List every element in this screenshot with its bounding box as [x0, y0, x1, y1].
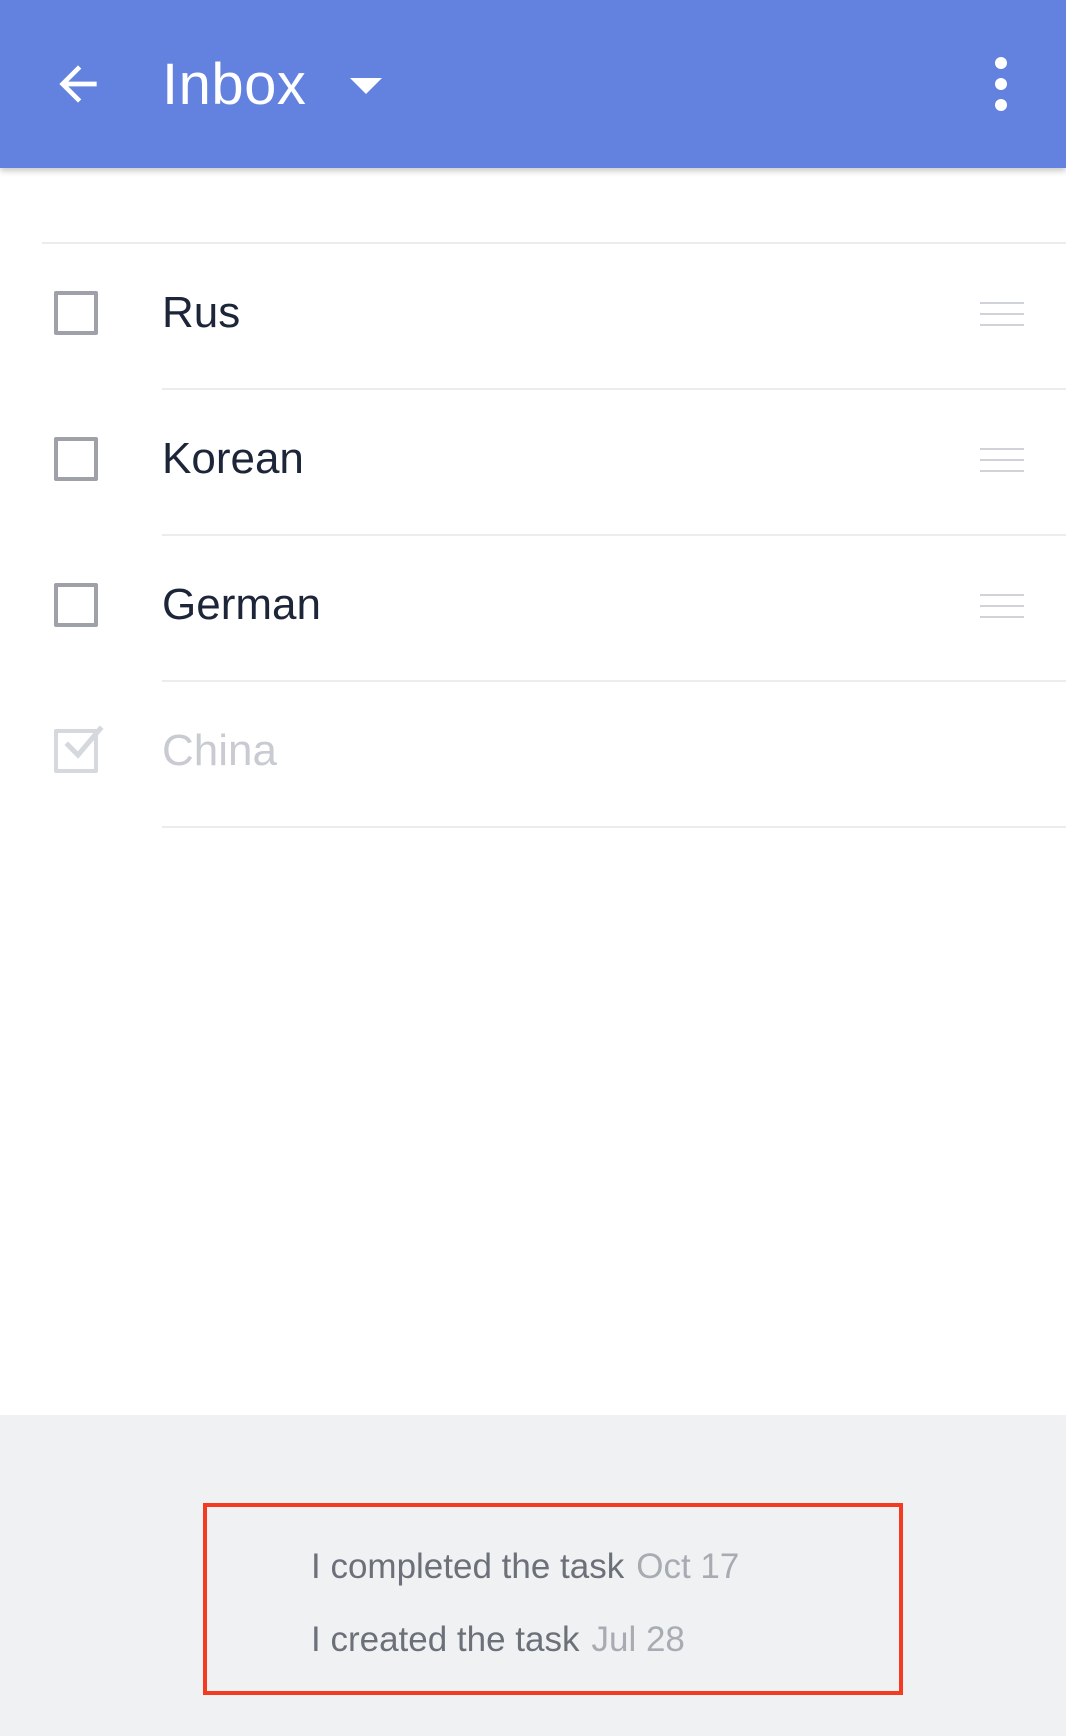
task-label: China [162, 726, 277, 775]
activity-entry: I completed the task Oct 17 [311, 1547, 739, 1587]
task-checkbox-checked[interactable] [54, 725, 104, 773]
task-label: Korean [162, 434, 304, 483]
drag-handle-icon[interactable] [980, 302, 1024, 326]
task-row[interactable]: German [0, 536, 1066, 682]
task-checkbox[interactable] [54, 583, 98, 627]
activity-log: I completed the task Oct 17 I created the… [0, 1415, 1066, 1736]
drag-handle-icon[interactable] [980, 448, 1024, 472]
task-checkbox[interactable] [54, 437, 98, 481]
app-bar: Inbox [0, 0, 1066, 168]
task-label: German [162, 580, 321, 629]
project-selector[interactable]: Inbox [162, 40, 383, 128]
activity-event: I created the task [311, 1620, 580, 1659]
task-checkbox[interactable] [54, 291, 98, 335]
task-list: Rus Korean German China [0, 244, 1066, 828]
activity-date: Oct 17 [636, 1547, 740, 1586]
task-row-completed[interactable]: China [0, 682, 1066, 828]
more-options-button[interactable] [966, 44, 1036, 124]
task-row[interactable]: Korean [0, 390, 1066, 536]
activity-event: I completed the task [311, 1547, 625, 1586]
more-vert-icon [995, 57, 1007, 111]
task-label: Rus [162, 288, 241, 337]
caret-down-icon [350, 78, 383, 94]
page-title: Inbox [162, 51, 307, 117]
back-button[interactable] [38, 44, 118, 124]
arrow-back-icon [59, 65, 97, 103]
task-row[interactable]: Rus [0, 244, 1066, 390]
activity-date: Jul 28 [591, 1620, 685, 1659]
drag-handle-icon[interactable] [980, 594, 1024, 618]
highlight-box: I completed the task Oct 17 I created the… [203, 1503, 903, 1695]
activity-entry: I created the task Jul 28 [311, 1620, 685, 1660]
checkmark-icon [64, 725, 104, 759]
